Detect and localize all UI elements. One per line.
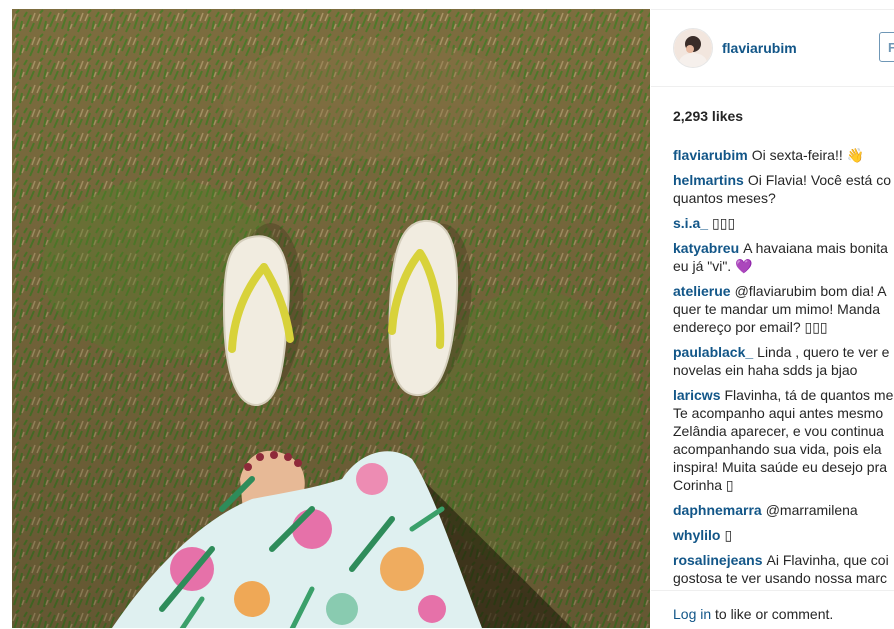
comment-item: rosalinejeans Ai Flavinha, que coi gostos… xyxy=(673,551,894,587)
comment-username[interactable]: helmartins xyxy=(673,172,744,188)
comment-item: paulablack_ Linda , quero te ver e novela… xyxy=(673,343,894,379)
comment-item: flaviarubim Oi sexta-feira!! 👋 xyxy=(673,146,894,164)
comment-username[interactable]: paulablack_ xyxy=(673,344,753,360)
comment-item: atelierue @flaviarubim bom dia! A quer te… xyxy=(673,282,894,336)
profile-photo-icon xyxy=(674,29,712,67)
comment-text: Oi sexta-feira!! 👋 xyxy=(751,147,865,163)
follow-button[interactable]: F xyxy=(879,32,894,62)
comment-username[interactable]: katyabreu xyxy=(673,240,739,256)
comment-username[interactable]: flaviarubim xyxy=(673,147,748,163)
comment-item: s.i.a_ ▯▯▯ xyxy=(673,214,894,232)
comment-username[interactable]: laricws xyxy=(673,387,720,403)
comment-item: laricws Flavinha, tá de quantos me Te aco… xyxy=(673,386,894,494)
comment-item: helmartins Oi Flavia! Você está co quanto… xyxy=(673,171,894,207)
comment-username[interactable]: atelierue xyxy=(673,283,731,299)
comment-text: ▯▯▯ xyxy=(712,215,736,231)
post-sidebar: flaviarubim F 2,293 likes flaviarubimOi … xyxy=(651,9,894,629)
comment-item: whylilo ▯ xyxy=(673,526,894,544)
comment-username[interactable]: rosalinejeans xyxy=(673,552,763,568)
login-link[interactable]: Log in xyxy=(673,606,711,622)
post-header: flaviarubim F xyxy=(651,10,894,87)
post-photo[interactable] xyxy=(12,9,650,628)
avatar[interactable] xyxy=(673,28,713,68)
comment-username[interactable]: s.i.a_ xyxy=(673,215,708,231)
header-username[interactable]: flaviarubim xyxy=(722,40,797,56)
login-prompt-text: to like or comment. xyxy=(715,606,834,622)
photo-image xyxy=(12,9,650,628)
comment-item: daphnemarra @marramilena xyxy=(673,501,894,519)
likes-count[interactable]: 2,293 likes xyxy=(673,108,743,124)
comment-item: katyabreu A havaiana mais bonita eu já "v… xyxy=(673,239,894,275)
comment-username[interactable]: daphnemarra xyxy=(673,502,762,518)
post-footer: Log in to like or comment. xyxy=(651,590,894,629)
comment-text: ▯ xyxy=(724,527,733,543)
comment-text[interactable]: @marramilena xyxy=(766,502,858,518)
comment-username[interactable]: whylilo xyxy=(673,527,720,543)
comments-list: flaviarubim Oi sexta-feira!! 👋 helmartins… xyxy=(673,146,894,588)
